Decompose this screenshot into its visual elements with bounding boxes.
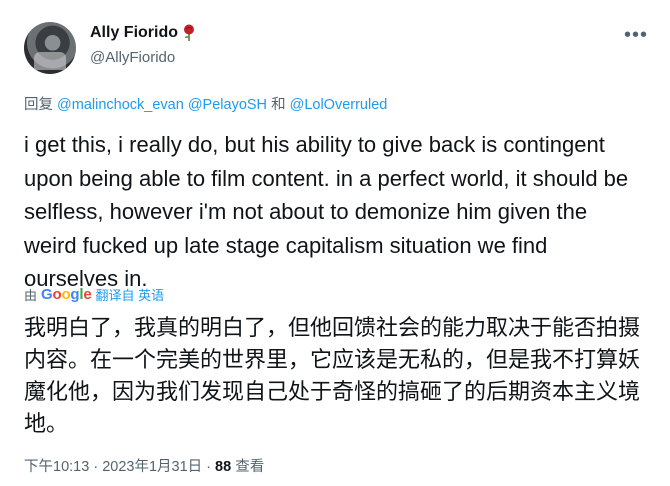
google-logo: Google bbox=[41, 286, 92, 303]
translated-text: 我明白了，我真的明白了，但他回馈社会的能力取决于能否拍摄内容。在一个完美的世界里… bbox=[24, 315, 641, 436]
source-language: 英语 bbox=[138, 288, 165, 303]
meta-separator: · bbox=[89, 459, 103, 475]
tweet-date[interactable]: 2023年1月31日 bbox=[102, 459, 202, 475]
reply-conjunction: 和 bbox=[271, 97, 286, 113]
mention-link[interactable]: @LolOverruled bbox=[290, 97, 388, 113]
more-options-icon[interactable]: ••• bbox=[624, 24, 648, 47]
meta-separator: · bbox=[202, 459, 216, 475]
avatar[interactable] bbox=[24, 22, 76, 74]
translated-from-link[interactable]: 翻译自 英语 bbox=[96, 285, 165, 304]
rose-emoji-icon bbox=[184, 24, 194, 41]
reply-context: 回复 @malinchock_evan @PelayoSH 和 @LolOver… bbox=[24, 93, 387, 114]
tweet-meta: 下午10:13 · 2023年1月31日 · 88 查看 bbox=[24, 455, 264, 476]
reply-prefix: 回复 bbox=[24, 97, 53, 113]
tweet-time[interactable]: 下午10:13 bbox=[24, 459, 89, 475]
mention-link[interactable]: @PelayoSH bbox=[188, 97, 267, 113]
author-handle[interactable]: @AllyFiorido bbox=[90, 49, 175, 66]
translate-action: 翻译自 bbox=[95, 288, 135, 303]
views-count: 88 bbox=[215, 459, 232, 475]
views-label: 查看 bbox=[235, 459, 265, 475]
author-display-name[interactable]: Ally Fiorido bbox=[90, 24, 178, 42]
tweet-text: i get this, i really do, but his ability… bbox=[24, 132, 629, 291]
translated-by-label: 由 bbox=[24, 288, 38, 303]
translation-attribution: 由 Google 翻译自 英语 bbox=[24, 285, 164, 304]
author-name-row: Ally Fiorido bbox=[90, 24, 196, 42]
mention-link[interactable]: @malinchock_evan bbox=[57, 97, 184, 113]
